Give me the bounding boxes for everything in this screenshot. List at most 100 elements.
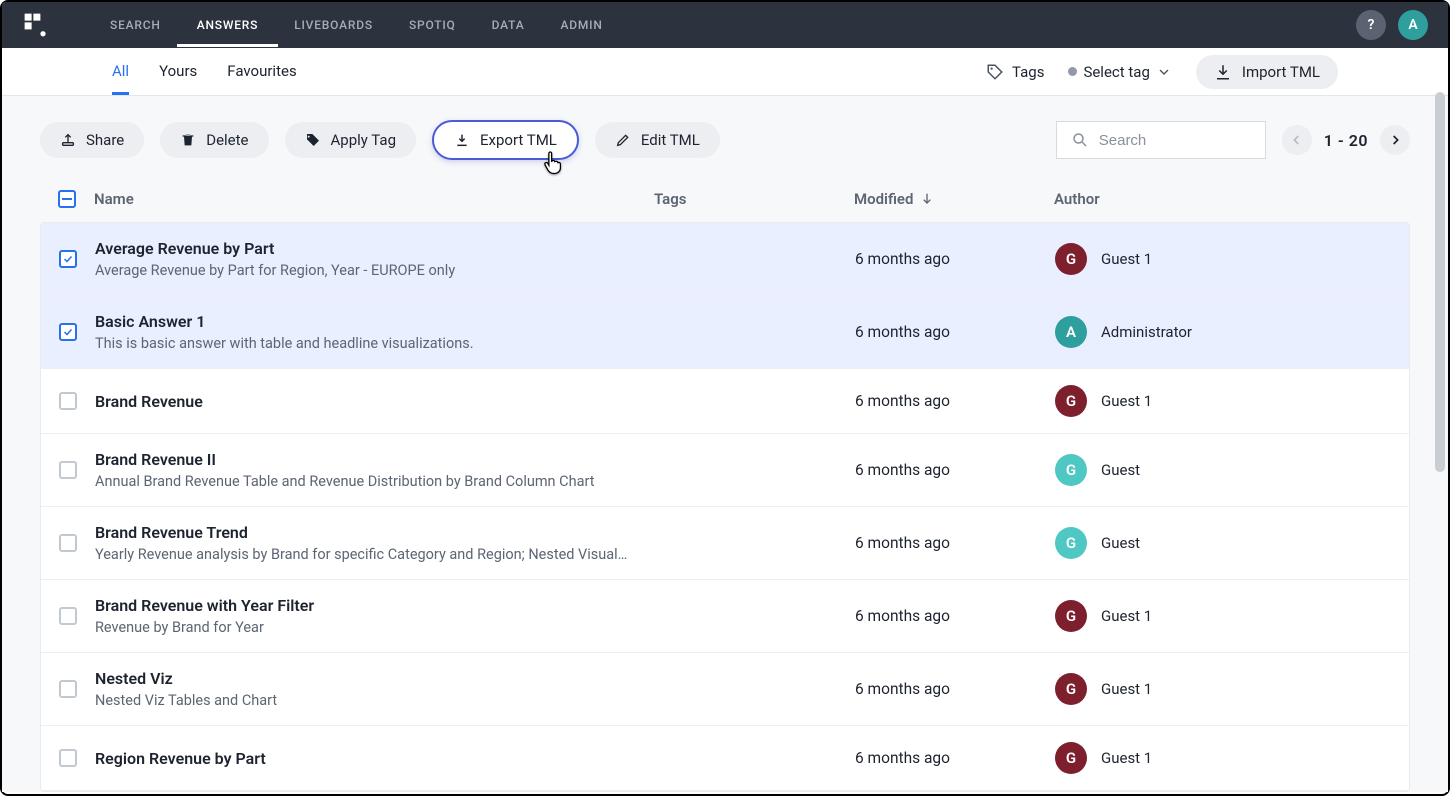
row-title: Brand Revenue <box>95 392 655 411</box>
row-title: Brand Revenue Trend <box>95 523 655 542</box>
share-icon <box>60 132 76 148</box>
user-avatar-button[interactable]: A <box>1398 10 1428 40</box>
row-description: This is basic answer with table and head… <box>95 335 655 352</box>
column-name-header[interactable]: Name <box>94 190 654 208</box>
tags-button[interactable]: Tags <box>986 63 1044 81</box>
author-name: Guest 1 <box>1101 749 1152 767</box>
row-title: Average Revenue by Part <box>95 239 655 258</box>
edit-tml-button[interactable]: Edit TML <box>595 122 720 158</box>
row-checkbox[interactable] <box>59 323 77 341</box>
column-modified-label: Modified <box>854 190 913 208</box>
nav-tab-answers[interactable]: ANSWERS <box>197 4 259 46</box>
row-checkbox[interactable] <box>59 680 77 698</box>
table-row[interactable]: Brand Revenue Trend Yearly Revenue analys… <box>41 507 1409 580</box>
pager: 1 - 20 <box>1282 125 1410 155</box>
table-row[interactable]: Average Revenue by PartAverage Revenue b… <box>41 223 1409 296</box>
view-tab-favourites[interactable]: Favourites <box>227 50 296 94</box>
row-modified: 6 months ago <box>855 461 950 479</box>
export-tml-button[interactable]: Export TML <box>432 120 579 160</box>
scrollbar-thumb[interactable] <box>1435 92 1445 472</box>
nav-tab-search[interactable]: SEARCH <box>110 4 161 46</box>
delete-button[interactable]: Delete <box>160 122 268 158</box>
author-name: Guest 1 <box>1101 250 1152 268</box>
import-tml-label: Import TML <box>1242 63 1320 81</box>
row-title: Region Revenue by Part <box>95 749 655 768</box>
search-box[interactable] <box>1056 121 1266 159</box>
row-checkbox[interactable] <box>59 749 77 767</box>
export-tml-label: Export TML <box>480 131 557 149</box>
column-tags-header[interactable]: Tags <box>654 190 854 208</box>
search-icon <box>1071 131 1089 149</box>
row-modified: 6 months ago <box>855 749 950 767</box>
nav-tab-liveboards[interactable]: LIVEBOARDS <box>294 4 373 46</box>
select-tag-label: Select tag <box>1083 63 1149 81</box>
nav-tab-admin[interactable]: ADMIN <box>560 4 602 46</box>
table-row[interactable]: Nested VizNested Viz Tables and Chart6 m… <box>41 653 1409 726</box>
edit-tml-label: Edit TML <box>641 131 700 149</box>
search-input[interactable] <box>1099 132 1251 149</box>
sub-navbar: All Yours Favourites Tags Select tag Impor… <box>2 48 1448 96</box>
delete-label: Delete <box>206 131 248 149</box>
author-avatar: G <box>1055 454 1087 486</box>
select-tag-dropdown[interactable]: Select tag <box>1068 63 1171 81</box>
column-modified-header[interactable]: Modified <box>854 190 1054 208</box>
chevron-down-icon <box>1156 64 1172 80</box>
table-row[interactable]: Brand Revenue 6 months ago G Guest 1 <box>41 369 1409 434</box>
apply-tag-button[interactable]: Apply Tag <box>285 122 417 158</box>
view-tabs: All Yours Favourites <box>112 50 297 94</box>
row-title: Brand Revenue with Year Filter <box>95 596 655 615</box>
author-name: Guest 1 <box>1101 680 1152 698</box>
prev-page-button[interactable] <box>1282 125 1312 155</box>
row-checkbox[interactable] <box>59 392 77 410</box>
download-icon <box>454 132 470 148</box>
nav-tab-data[interactable]: DATA <box>492 4 525 46</box>
trash-icon <box>180 132 196 148</box>
table-row[interactable]: Brand Revenue II Annual Brand Revenue Tab… <box>41 434 1409 507</box>
author-avatar: G <box>1055 527 1087 559</box>
view-tab-yours[interactable]: Yours <box>159 50 197 94</box>
share-button[interactable]: Share <box>40 122 144 158</box>
row-checkbox[interactable] <box>59 607 77 625</box>
page-range-label: 1 - 20 <box>1324 131 1368 150</box>
row-description: Annual Brand Revenue Table and Revenue D… <box>95 473 655 490</box>
table-row[interactable]: Basic Answer 1This is basic answer with … <box>41 296 1409 369</box>
row-description: Nested Viz Tables and Chart <box>95 692 655 709</box>
apply-tag-label: Apply Tag <box>331 131 397 149</box>
author-avatar: G <box>1055 673 1087 705</box>
import-tml-button[interactable]: Import TML <box>1196 55 1338 89</box>
action-toolbar: Share Delete Apply Tag Export TML Edit T… <box>2 96 1448 180</box>
top-navbar: SEARCH ANSWERS LIVEBOARDS SPOTIQ DATA ADMIN ?… <box>2 2 1448 48</box>
row-checkbox[interactable] <box>59 461 77 479</box>
row-modified: 6 months ago <box>855 607 950 625</box>
author-name: Guest 1 <box>1101 392 1152 410</box>
table-row[interactable]: Brand Revenue with Year FilterRevenue by… <box>41 580 1409 653</box>
next-page-button[interactable] <box>1380 125 1410 155</box>
row-title: Nested Viz <box>95 669 655 688</box>
author-avatar: G <box>1055 243 1087 275</box>
row-title: Brand Revenue II <box>95 450 655 469</box>
row-checkbox[interactable] <box>59 534 77 552</box>
author-name: Guest <box>1101 534 1140 552</box>
view-tab-all[interactable]: All <box>112 50 129 94</box>
author-avatar: A <box>1055 316 1087 348</box>
row-description: Yearly Revenue analysis by Brand for spe… <box>95 546 655 563</box>
help-button[interactable]: ? <box>1356 10 1386 40</box>
row-modified: 6 months ago <box>855 534 950 552</box>
nav-tab-spotiq[interactable]: SPOTIQ <box>409 4 456 46</box>
nav-tabs: SEARCH ANSWERS LIVEBOARDS SPOTIQ DATA ADMIN <box>110 4 603 46</box>
tag-icon <box>305 132 321 148</box>
row-checkbox[interactable] <box>59 250 77 268</box>
column-author-header[interactable]: Author <box>1054 190 1392 208</box>
table-row[interactable]: Region Revenue by Part6 months agoGGuest… <box>41 726 1409 791</box>
content-area: Name Tags Modified Author Average Revenu… <box>2 180 1448 792</box>
select-all-checkbox[interactable] <box>58 190 76 208</box>
author-avatar: G <box>1055 385 1087 417</box>
table-header: Name Tags Modified Author <box>40 180 1410 222</box>
tag-icon <box>986 63 1004 81</box>
row-modified: 6 months ago <box>855 392 950 410</box>
answers-table: Average Revenue by PartAverage Revenue b… <box>40 222 1410 792</box>
row-modified: 6 months ago <box>855 250 950 268</box>
share-label: Share <box>86 131 124 149</box>
pencil-icon <box>615 132 631 148</box>
brand-logo <box>22 11 50 39</box>
